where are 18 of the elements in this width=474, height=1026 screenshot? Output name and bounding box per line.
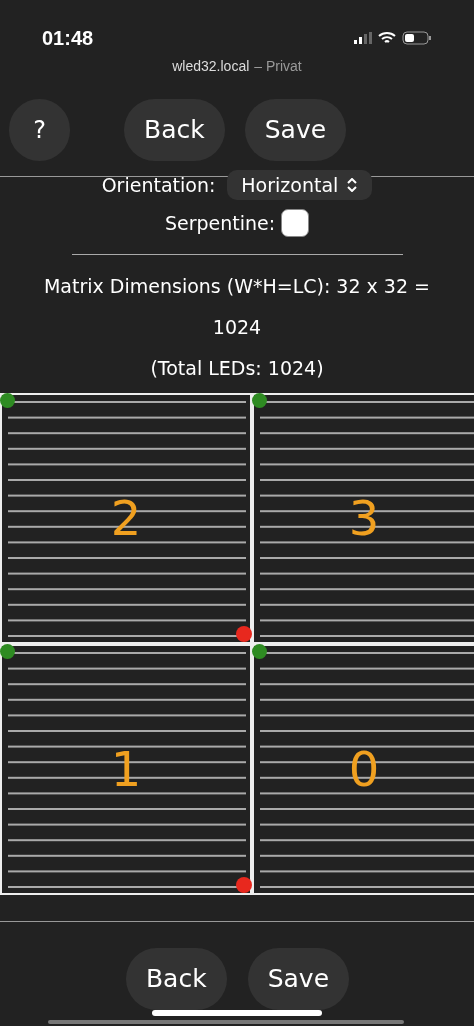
nav-button[interactable]: Back <box>124 98 225 161</box>
orientation-label: Orientation: <box>101 172 216 198</box>
orientation-select[interactable]: Horizontal <box>227 170 373 200</box>
serpentine-checkbox[interactable] <box>281 209 310 238</box>
browsing-mode: – Privat <box>254 57 302 76</box>
nav-button[interactable]: Back <box>125 947 227 1010</box>
chevron-updown-icon <box>346 178 359 192</box>
address-host: wled32.local <box>172 57 250 76</box>
nav-button[interactable]: Save <box>244 98 347 161</box>
matrix-dimensions-text: Matrix Dimensions (W*H=LC): 32 x 32 = 1024 <box>42 273 431 340</box>
serpentine-label: Serpentine: <box>164 211 276 236</box>
status-time: 01:48 <box>42 26 94 51</box>
wifi-icon <box>378 31 396 45</box>
battery-icon <box>402 31 432 45</box>
nav-button[interactable]: Save <box>247 947 350 1010</box>
total-leds-text: (Total LEDs: 1024) <box>150 355 324 381</box>
signal-icon <box>354 32 372 44</box>
help-button[interactable]: ? <box>9 98 70 161</box>
